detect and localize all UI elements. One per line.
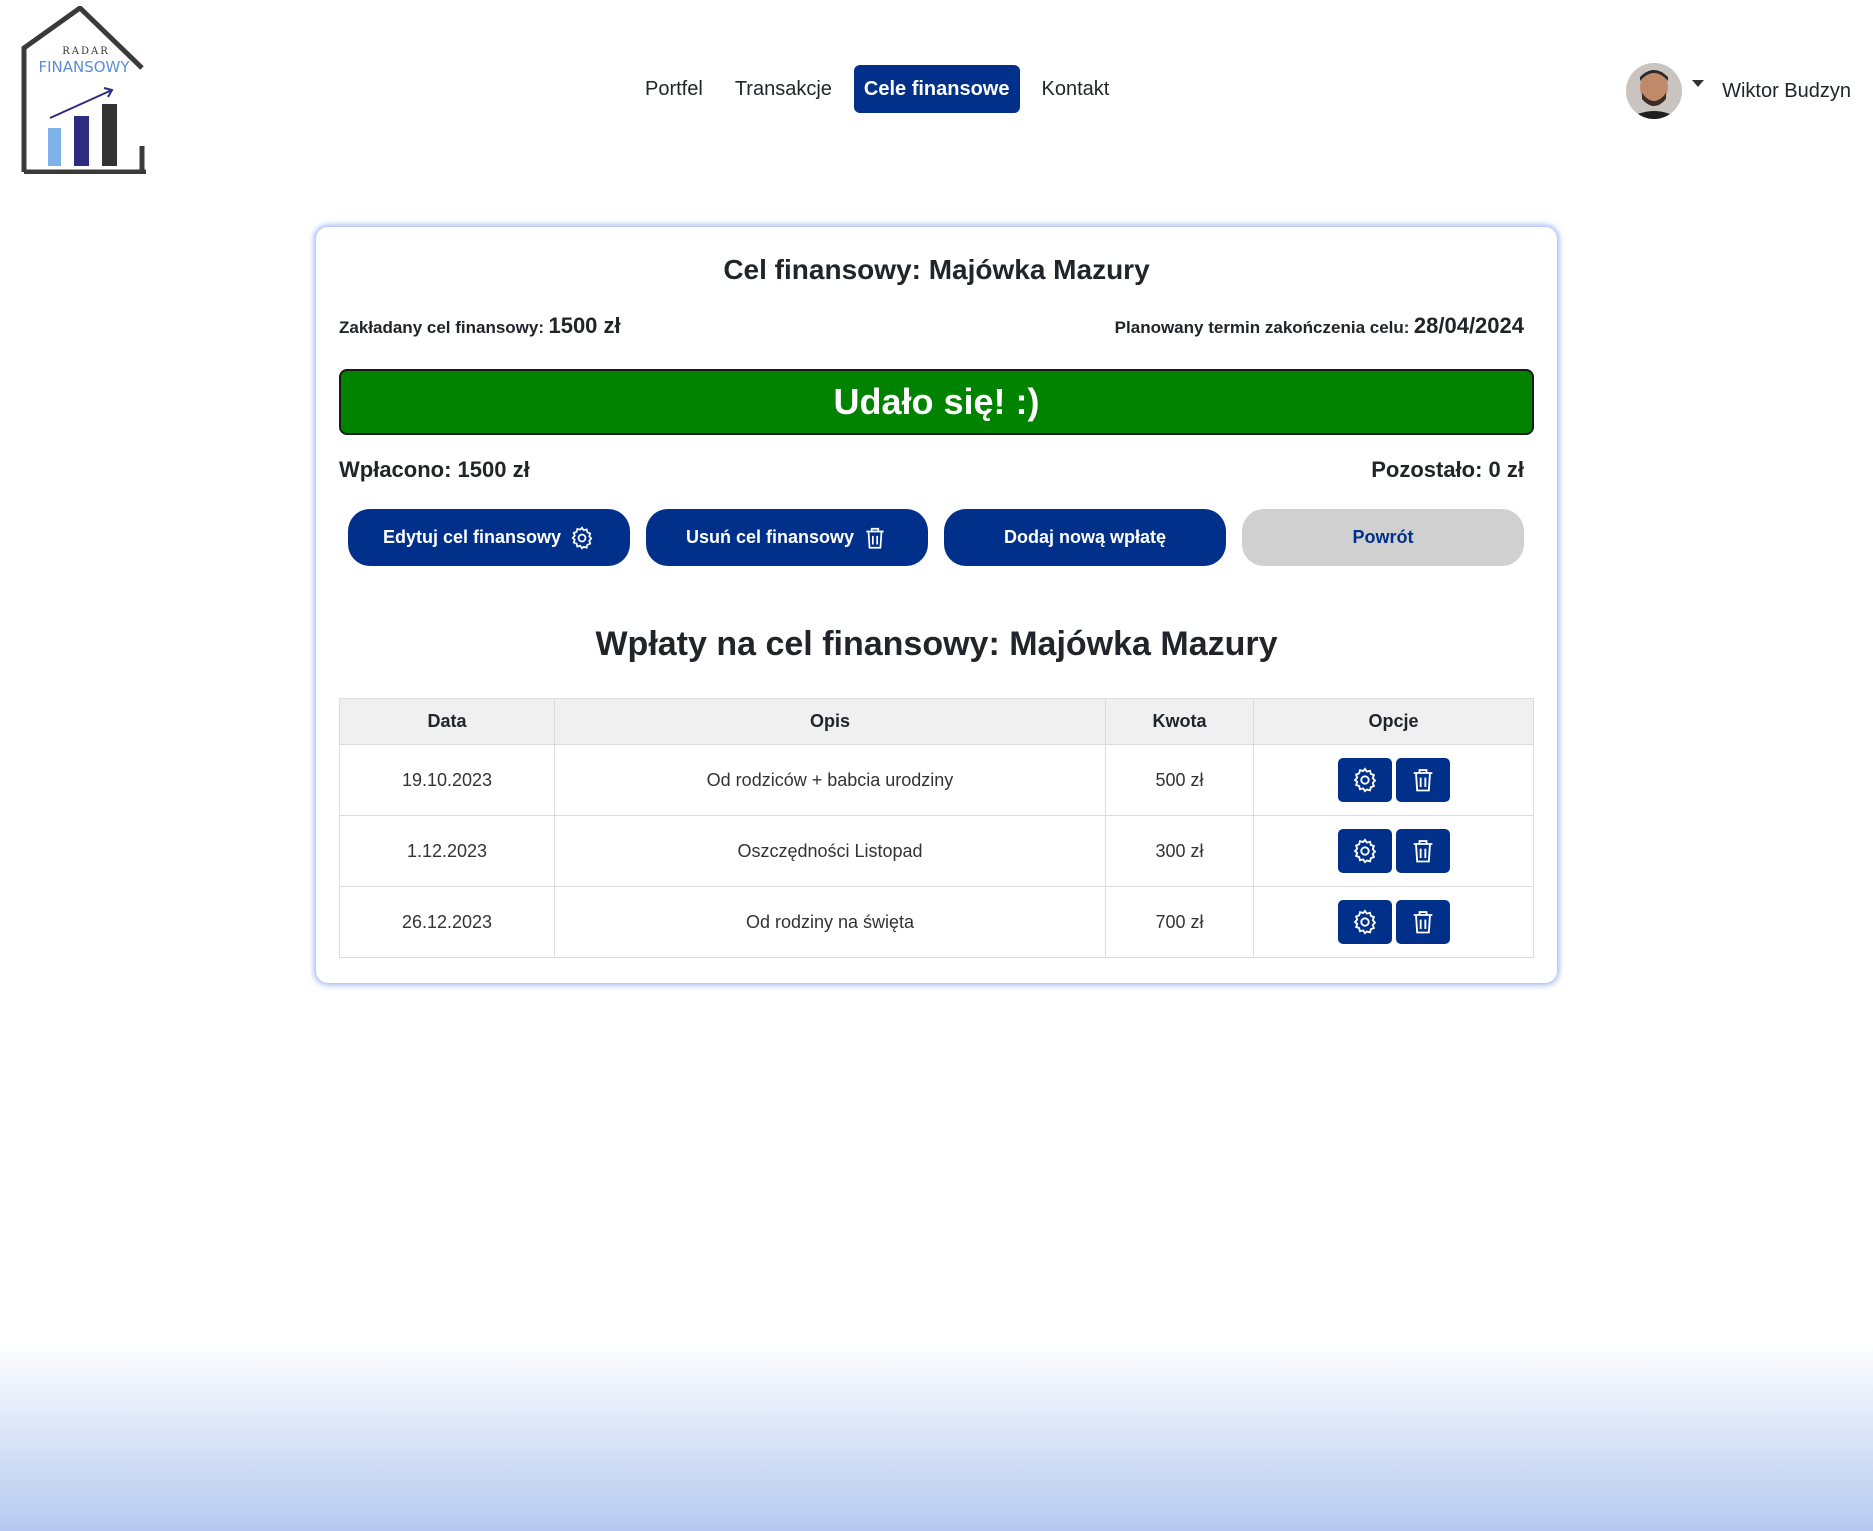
row-date: 19.10.2023: [339, 744, 555, 816]
edit-goal-button[interactable]: Edytuj cel finansowy: [348, 509, 630, 566]
header-desc[interactable]: Opis: [554, 698, 1106, 745]
delete-goal-label: Usuń cel finansowy: [685, 527, 855, 547]
goal-deadline: Planowany termin zakończenia celu: 28/04…: [1115, 313, 1524, 339]
action-buttons: Edytuj cel finansowy Usuń cel finansowy …: [339, 509, 1534, 566]
row-date: 26.12.2023: [339, 886, 555, 958]
back-button[interactable]: Powrót: [1242, 509, 1524, 566]
user-name[interactable]: Wiktor Budzyn: [1722, 80, 1851, 103]
delete-payment-button[interactable]: [1395, 900, 1450, 944]
edit-payment-button[interactable]: [1337, 900, 1392, 944]
back-label: Powrót: [1352, 527, 1414, 547]
nav-portfel[interactable]: Portfel: [635, 65, 713, 113]
goal-target-label: Zakładany cel finansowy:: [339, 318, 545, 337]
paid-amount: Wpłacono: 1500 zł: [339, 457, 530, 482]
table-row: 26.12.2023 Od rodziny na święta 700 zł: [339, 886, 1534, 958]
goal-target: Zakładany cel finansowy: 1500 zł: [339, 313, 621, 339]
delete-payment-button[interactable]: [1395, 758, 1450, 802]
main-nav: Portfel Transakcje Cele finansowe Kontak…: [635, 65, 1119, 113]
goal-meta: Zakładany cel finansowy: 1500 zł Planowa…: [339, 313, 1534, 339]
trash-icon: [866, 527, 884, 549]
svg-text:RADAR: RADAR: [62, 46, 110, 57]
edit-payment-button[interactable]: [1337, 758, 1392, 802]
edit-goal-label: Edytuj cel finansowy: [382, 527, 562, 547]
add-payment-button[interactable]: Dodaj nową wpłatę: [944, 509, 1226, 566]
goal-deadline-label: Planowany termin zakończenia celu:: [1114, 318, 1410, 337]
goal-card: Cel finansowy: Majówka Mazury Zakładany …: [316, 227, 1557, 983]
user-menu[interactable]: Wiktor Budzyn: [1626, 63, 1851, 119]
nav-kontakt[interactable]: Kontakt: [1032, 65, 1120, 113]
row-amount: 500 zł: [1105, 744, 1254, 816]
gear-icon: [571, 525, 593, 550]
trash-icon: [1413, 840, 1432, 863]
header-date[interactable]: Data: [339, 698, 555, 745]
table-header-row: Data Opis Kwota Opcje: [339, 698, 1534, 745]
gear-icon: [1353, 767, 1376, 793]
gear-icon: [1353, 838, 1376, 864]
delete-payment-button[interactable]: [1395, 829, 1450, 873]
brand-logo[interactable]: RADAR FINANSOWY: [20, 6, 150, 174]
nav-transakcje[interactable]: Transakcje: [725, 65, 842, 113]
row-options: [1253, 815, 1534, 887]
chevron-down-icon[interactable]: [1692, 79, 1705, 87]
row-date: 1.12.2023: [339, 815, 555, 887]
remaining-amount: Pozostało: 0 zł: [1371, 457, 1524, 482]
row-desc: Od rodziny na święta: [554, 886, 1106, 958]
row-desc: Od rodziców + babcia urodziny: [554, 744, 1106, 816]
gear-icon: [1353, 909, 1376, 935]
add-payment-label: Dodaj nową wpłatę: [1003, 527, 1167, 547]
row-options: [1253, 886, 1534, 958]
row-amount: 700 zł: [1105, 886, 1254, 958]
svg-text:FINANSOWY: FINANSOWY: [38, 58, 130, 76]
avatar[interactable]: [1626, 63, 1683, 119]
row-desc: Oszczędności Listopad: [554, 815, 1106, 887]
payments-title: Wpłaty na cel finansowy: Majówka Mazury: [595, 625, 1278, 663]
trash-icon: [1413, 911, 1432, 934]
table-row: 19.10.2023 Od rodziców + babcia urodziny…: [339, 744, 1534, 816]
nav-cele-finansowe[interactable]: Cele finansowe: [853, 65, 1020, 113]
goal-deadline-value: 28/04/2024: [1413, 313, 1524, 338]
edit-payment-button[interactable]: [1337, 829, 1392, 873]
payments-table: Data Opis Kwota Opcje 19.10.2023 Od rodz…: [339, 698, 1534, 958]
row-options: [1253, 744, 1534, 816]
header-options: Opcje: [1253, 698, 1534, 745]
row-amount: 300 zł: [1105, 815, 1254, 887]
goal-title: Cel finansowy: Majówka Mazury: [723, 254, 1150, 285]
goal-summary: Wpłacono: 1500 zł Pozostało: 0 zł: [339, 457, 1534, 483]
delete-goal-button[interactable]: Usuń cel finansowy: [646, 509, 928, 566]
trash-icon: [1413, 769, 1432, 792]
goal-status-bar: Udało się! :): [339, 369, 1534, 435]
header-amount[interactable]: Kwota: [1105, 698, 1254, 745]
table-row: 1.12.2023 Oszczędności Listopad 300 zł: [339, 815, 1534, 887]
goal-target-value: 1500 zł: [548, 313, 621, 338]
